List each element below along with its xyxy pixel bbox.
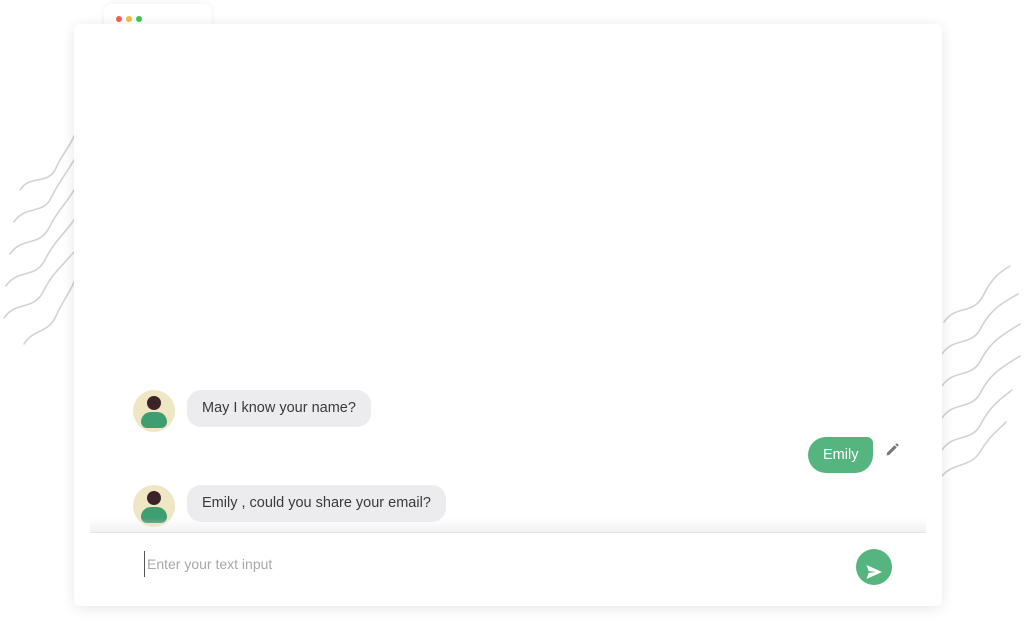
window-minimize-dot[interactable] — [126, 16, 132, 22]
send-button[interactable] — [856, 549, 892, 585]
bot-message-bubble: Emily , could you share your email? — [187, 485, 446, 522]
chat-window: May I know your name? Emily Emily , coul… — [74, 24, 942, 606]
composer-divider — [90, 532, 926, 533]
chat-text-input[interactable] — [144, 551, 807, 577]
user-message-bubble: Emily — [808, 437, 874, 473]
decorative-squiggles-right — [941, 265, 1021, 477]
window-maximize-dot[interactable] — [136, 16, 142, 22]
paper-plane-send-icon — [856, 563, 892, 581]
message-list-fade — [90, 518, 926, 532]
bot-message-bubble: May I know your name? — [187, 390, 371, 427]
decorative-squiggles-left — [3, 135, 75, 345]
user-avatar-icon — [133, 390, 175, 432]
pencil-edit-icon[interactable] — [884, 442, 900, 458]
chat-demo-stage: May I know your name? Emily Emily , coul… — [0, 0, 1024, 623]
window-close-dot[interactable] — [116, 16, 122, 22]
